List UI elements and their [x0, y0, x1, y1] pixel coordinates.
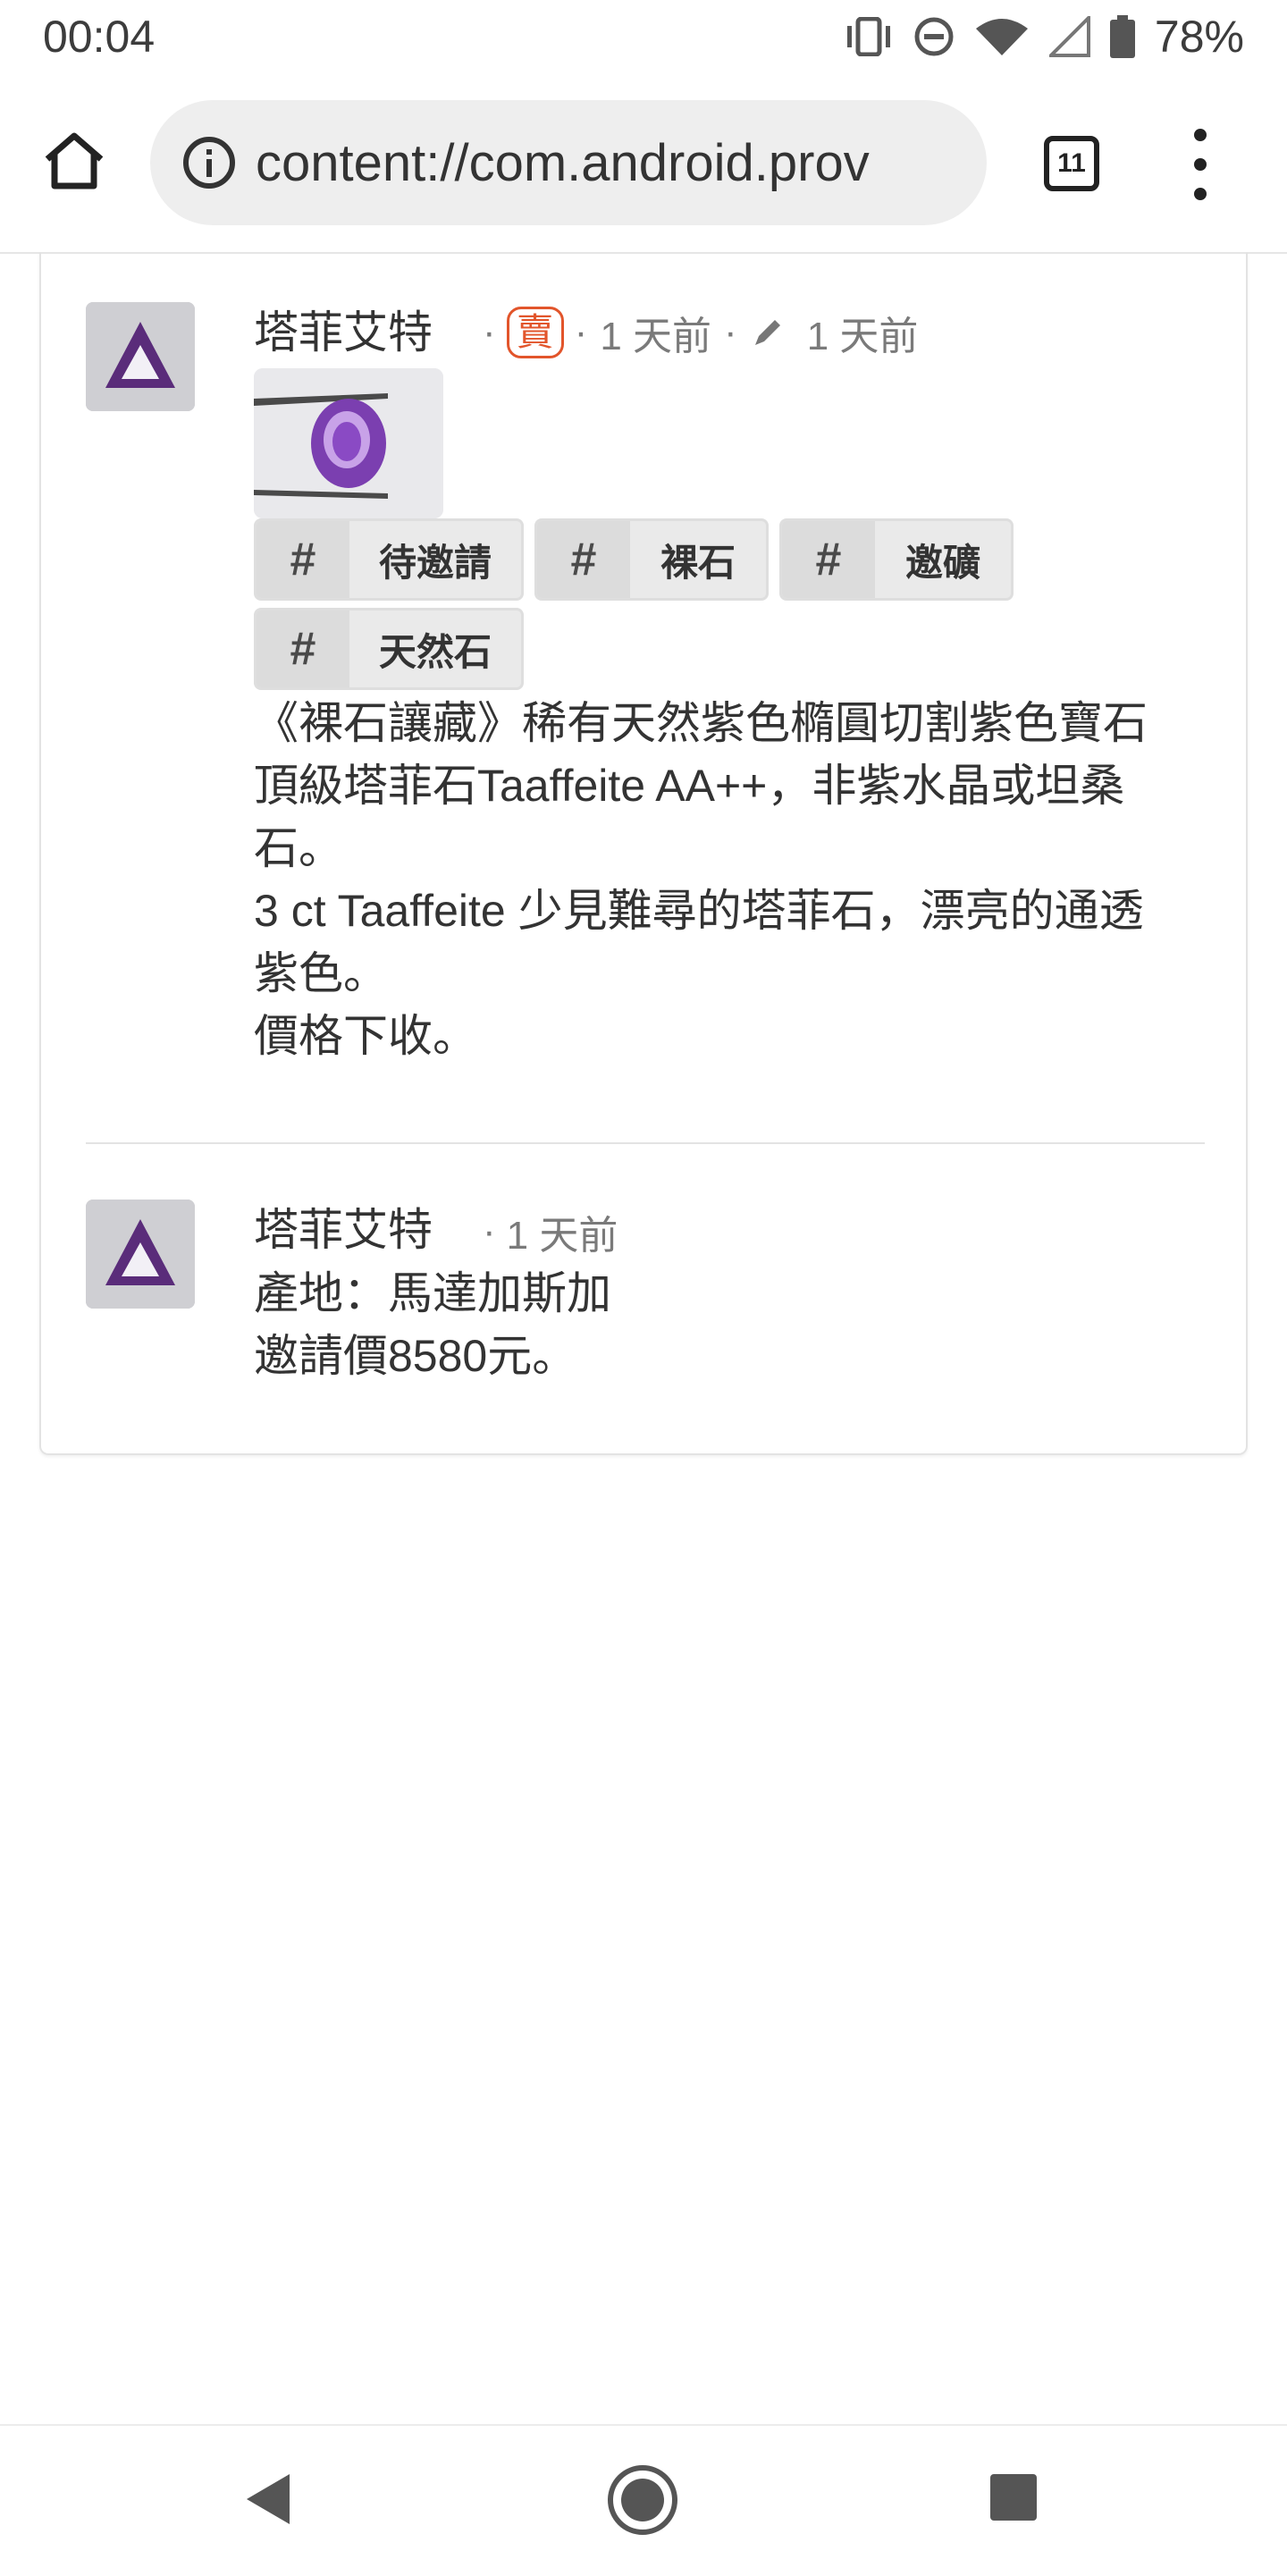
- vibrate-icon: [846, 17, 890, 56]
- gem-photo-image: [254, 368, 443, 518]
- post-body-line: 紫色。: [254, 948, 388, 998]
- gem-photo[interactable]: [254, 368, 443, 518]
- post-body: 《裸石讓藏》稀有天然紫色橢圓切割紫色寶石 頂級塔菲石Taaffeite AA++…: [254, 692, 1219, 1067]
- tag-chip[interactable]: # 待邀請: [254, 518, 524, 601]
- info-icon[interactable]: [182, 136, 236, 189]
- url-text[interactable]: content://com.android.prov: [256, 133, 870, 193]
- post-body-line: 頂級塔菲石Taaffeite AA++，非紫水晶或坦桑: [254, 761, 1125, 811]
- edited-time: 1 天前: [806, 315, 919, 358]
- back-icon[interactable]: [243, 2471, 293, 2528]
- tag-label: 邀礦: [904, 541, 980, 584]
- post-time: 1 天前: [600, 315, 712, 358]
- hash-icon: #: [257, 610, 349, 687]
- post-body-line: 價格下收。: [254, 1011, 477, 1061]
- edit-pencil-icon: [754, 320, 780, 345]
- post-body-line: 3 ct Taaffeite 少見難尋的塔菲石，漂亮的通透: [254, 886, 1144, 936]
- battery-icon: [1109, 15, 1135, 58]
- comment-author[interactable]: 塔菲艾特: [254, 1194, 433, 1259]
- sell-badge: 賣: [506, 307, 564, 358]
- meta-separator: ·: [574, 310, 588, 354]
- post-author[interactable]: 塔菲艾特: [254, 297, 433, 361]
- meta-separator: ·: [483, 310, 496, 354]
- comment-avatar[interactable]: [86, 1200, 195, 1309]
- tag-label: 天然石: [378, 630, 492, 673]
- system-nav-bar: [0, 2424, 1287, 2576]
- comment-body: 產地：馬達加斯加 邀請價8580元。: [254, 1262, 1219, 1387]
- do-not-disturb-icon: [914, 17, 954, 56]
- tag-chip[interactable]: # 天然石: [254, 608, 524, 690]
- home-circle-icon[interactable]: [606, 2463, 679, 2537]
- url-bar[interactable]: content://com.android.prov: [150, 100, 987, 225]
- tag-chip[interactable]: # 裸石: [534, 518, 769, 601]
- home-button[interactable]: [38, 123, 111, 197]
- tag-chip[interactable]: # 邀礦: [779, 518, 1014, 601]
- wifi-icon: [975, 19, 1028, 55]
- hash-icon: #: [257, 521, 349, 598]
- tag-label: 待邀請: [378, 541, 492, 584]
- divider: [86, 1142, 1205, 1144]
- comment-meta: · 1 天前: [483, 1203, 618, 1260]
- status-icons: 78%: [844, 11, 1244, 63]
- tag-label: 裸石: [660, 541, 736, 584]
- post-body-line: 《裸石讓藏》稀有天然紫色橢圓切割紫色寶石: [254, 698, 1148, 748]
- browser-toolbar: content://com.android.prov 11: [0, 79, 1287, 254]
- post-meta: · 賣 · 1 天前 · 1 天前: [483, 304, 918, 361]
- home-icon: [45, 132, 104, 189]
- comment-body-line: 產地：馬達加斯加: [254, 1268, 611, 1318]
- gem-avatar-image: [86, 302, 195, 411]
- meta-separator: ·: [483, 1209, 496, 1253]
- hash-icon: #: [782, 521, 875, 598]
- status-time: 00:04: [43, 12, 156, 62]
- tab-switcher-button[interactable]: 11: [1044, 136, 1099, 191]
- gem-avatar-image: [86, 1200, 195, 1309]
- comment-time: 1 天前: [506, 1214, 618, 1258]
- overflow-menu-icon[interactable]: [1180, 129, 1221, 200]
- comment-body-line: 邀請價8580元。: [254, 1331, 577, 1381]
- status-bar: 00:04 78%: [0, 0, 1287, 79]
- recents-icon[interactable]: [988, 2472, 1039, 2522]
- hash-icon: #: [537, 521, 630, 598]
- meta-separator: ·: [724, 310, 737, 354]
- avatar[interactable]: [86, 302, 195, 411]
- post-body-line: 石。: [254, 823, 343, 873]
- signal-icon: [1048, 16, 1090, 57]
- battery-percent: 78%: [1154, 12, 1244, 62]
